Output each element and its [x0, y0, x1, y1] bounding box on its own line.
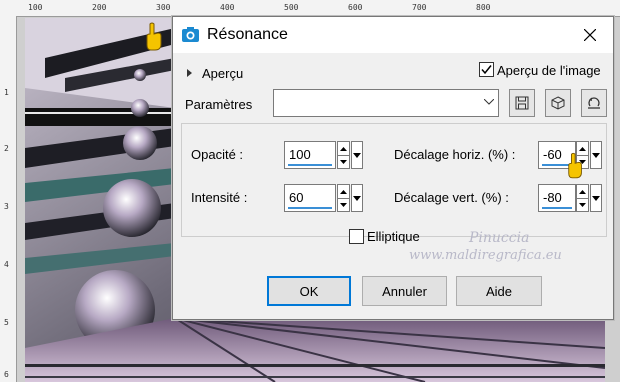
dialog-title: Résonance	[207, 26, 288, 43]
spin-down-icon[interactable]	[338, 155, 349, 168]
opacity-input[interactable]: 100	[284, 141, 336, 169]
preview-toggle[interactable]: Aperçu	[187, 63, 243, 83]
ruler-number: 300	[156, 3, 171, 12]
cancel-button[interactable]: Annuler	[362, 276, 447, 306]
ruler-number: 700	[412, 3, 427, 12]
help-button[interactable]: Aide	[456, 276, 542, 306]
ruler-horizontal: 100 200 300 400 500 600 700 800	[0, 0, 620, 17]
ruler-number: 2	[4, 144, 9, 153]
close-icon	[584, 29, 596, 41]
hand-pointer-icon	[146, 22, 162, 51]
offset-v-label: Décalage vert. (%) :	[394, 190, 509, 205]
reset-button[interactable]	[581, 89, 607, 117]
dialog-titlebar[interactable]: Résonance	[173, 17, 613, 53]
ruler-number: 1	[4, 88, 9, 97]
elliptic-checkbox[interactable]	[349, 229, 364, 244]
camera-icon	[182, 27, 199, 42]
hand-pointer-icon	[568, 152, 582, 179]
ok-button[interactable]: OK	[267, 276, 351, 306]
close-button[interactable]	[567, 17, 613, 53]
image-preview-label: Aperçu de l'image	[497, 63, 601, 78]
offset-v-input[interactable]: -80	[538, 184, 576, 212]
opacity-label: Opacité :	[191, 147, 244, 162]
preview-label: Aperçu	[202, 65, 244, 81]
expand-triangle-icon	[187, 69, 192, 77]
save-preset-button[interactable]	[509, 89, 535, 117]
resonance-dialog: Résonance Aperçu Aperçu de l'image Param…	[172, 16, 614, 320]
settings-group: Opacité : 100 Intensité : 60 Décalage ho…	[181, 123, 607, 237]
ruler-number: 100	[28, 3, 43, 12]
ruler-number: 6	[4, 370, 9, 379]
ruler-number: 600	[348, 3, 363, 12]
ruler-number: 400	[220, 3, 235, 12]
ruler-vertical: 1 2 3 4 5 6	[0, 16, 17, 382]
intensity-input[interactable]: 60	[284, 184, 336, 212]
ruler-number: 500	[284, 3, 299, 12]
spin-up-icon[interactable]	[577, 185, 588, 199]
ruler-number: 3	[4, 202, 9, 211]
ruler-number: 5	[4, 318, 9, 327]
dice-icon	[551, 96, 565, 110]
offset-v-spinner[interactable]	[576, 184, 589, 212]
chevron-down-icon	[484, 99, 494, 105]
offset-h-dropdown[interactable]	[590, 141, 602, 169]
image-preview-checkbox[interactable]	[479, 62, 494, 77]
dropdown-arrow-icon	[353, 152, 361, 158]
opacity-spinner[interactable]	[337, 141, 350, 169]
dropdown-arrow-icon	[353, 195, 361, 201]
checkmark-icon	[481, 65, 492, 75]
spin-down-icon[interactable]	[338, 198, 349, 211]
intensity-dropdown[interactable]	[351, 184, 363, 212]
randomize-button[interactable]	[545, 89, 571, 117]
intensity-label: Intensité :	[191, 190, 248, 205]
spin-down-icon[interactable]	[577, 198, 588, 211]
save-icon	[515, 96, 529, 110]
intensity-spinner[interactable]	[337, 184, 350, 212]
dropdown-arrow-icon	[592, 195, 600, 201]
watermark-line2: www.maldiregrafica.eu	[409, 248, 562, 263]
elliptic-label: Elliptique	[367, 229, 420, 244]
opacity-dropdown[interactable]	[351, 141, 363, 169]
params-label: Paramètres	[185, 97, 253, 112]
reset-icon	[588, 97, 600, 109]
params-preset-select[interactable]	[273, 89, 499, 117]
spin-up-icon[interactable]	[338, 142, 349, 156]
dropdown-arrow-icon	[592, 152, 600, 158]
spin-up-icon[interactable]	[338, 185, 349, 199]
ruler-number: 4	[4, 260, 9, 269]
ruler-number: 200	[92, 3, 107, 12]
offset-v-dropdown[interactable]	[590, 184, 602, 212]
offset-h-label: Décalage horiz. (%) :	[394, 147, 516, 162]
watermark-line1: Pinuccia	[469, 230, 530, 246]
ruler-number: 800	[476, 3, 491, 12]
